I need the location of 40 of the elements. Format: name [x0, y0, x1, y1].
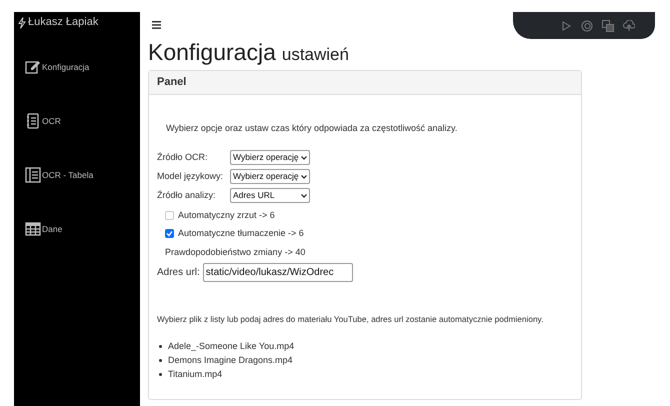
edit-icon — [25, 59, 41, 75]
file-link[interactable]: Adele_-Someone Like You.mp4 — [168, 340, 294, 354]
file-link[interactable]: Demons Imagine Dragons.mp4 — [168, 354, 293, 368]
table-icon — [25, 221, 41, 237]
play-icon[interactable] — [560, 20, 572, 32]
lightning-icon — [18, 16, 26, 28]
sidebar-item[interactable]: OCR — [25, 112, 140, 130]
caret-icon — [301, 156, 307, 160]
page-subtitle: ustawień — [282, 46, 349, 63]
field-label: Adres url: — [157, 266, 200, 280]
url-field[interactable]: static/video/lukasz/WizOdrec — [202, 262, 353, 282]
intro-text: Wybierz opcje oraz ustaw czas który odpowiada za częstotliwość analizy. — [165, 122, 458, 135]
menu-icon[interactable] — [152, 21, 161, 29]
checkbox-label: Automatyczny zrzut -> 6 — [178, 208, 275, 222]
file-link[interactable]: Titanium.mp4 — [168, 368, 222, 382]
field-label: Źródło OCR: — [157, 150, 209, 164]
bullet-icon — [159, 359, 162, 362]
panel-title: Panel — [157, 75, 186, 90]
probability-text: Prawdopodobieństwo zmiany -> 40 — [165, 246, 306, 258]
bullet-icon — [159, 345, 162, 348]
bullet-icon — [159, 373, 162, 376]
list-icon — [25, 167, 41, 183]
sidebar-item[interactable]: OCR - Tabela — [25, 166, 140, 184]
checkbox-label: Automatyczne tłumaczenie -> 6 — [178, 226, 304, 240]
field-label: Model językowy: — [157, 170, 224, 183]
sidebar-item[interactable]: Konfiguracja — [25, 58, 140, 76]
checkbox[interactable] — [165, 229, 174, 238]
dropdown[interactable]: Wybierz operację — [230, 169, 310, 184]
cloud-upload-icon[interactable] — [623, 20, 635, 32]
checkbox[interactable] — [165, 211, 174, 220]
field-label: Źródło analizy: — [157, 188, 217, 202]
caret-icon — [301, 194, 307, 198]
dropdown[interactable]: Adres URL — [230, 188, 310, 203]
brand-name[interactable]: Łukasz Łapiak — [28, 14, 98, 31]
notepad-icon — [25, 113, 41, 129]
caret-icon — [301, 174, 307, 178]
page-title: Konfiguracja — [148, 41, 276, 64]
hint-text: Wybierz plik z listy lub podaj adres do materiału YouTube, adres url zostanie automatycznie podmieniony. — [157, 312, 544, 325]
dropdown[interactable]: Wybierz operację — [230, 150, 310, 165]
sidebar-item[interactable]: Dane — [25, 220, 140, 238]
